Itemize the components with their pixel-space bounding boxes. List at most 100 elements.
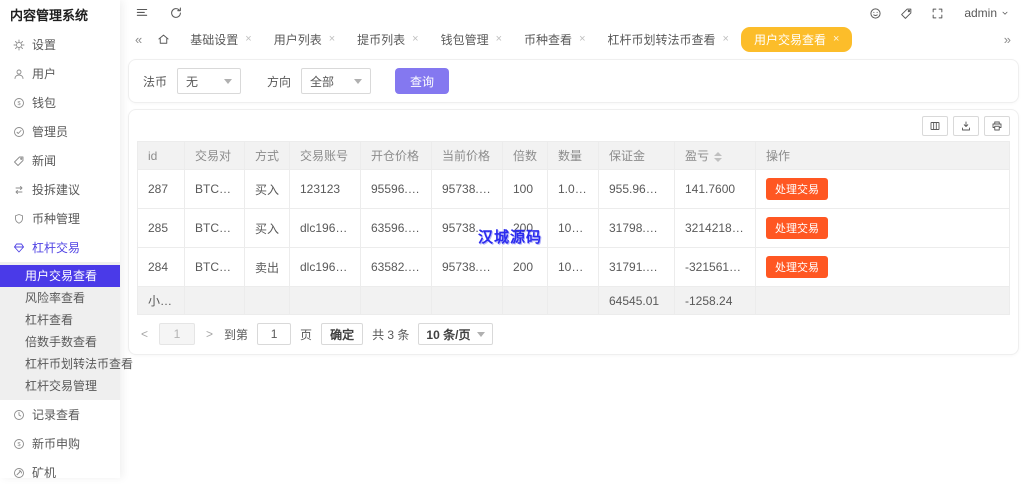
subtotal-cell: 64545.01 [598,286,675,315]
tab-close-icon[interactable]: × [329,33,335,45]
sidebar-item-币种管理[interactable]: 币种管理 [0,204,120,233]
user-menu[interactable]: admin [964,6,1010,20]
current-page[interactable]: 1 [159,323,196,345]
tab-杠杆币划转法币查看[interactable]: 杠杆币划转法币查看 × [598,28,739,51]
tab-close-icon[interactable]: × [579,33,585,45]
goto-label: 到第 [224,327,249,342]
process-trade-button[interactable]: 处理交易 [766,178,828,200]
sidebar-item-钱包[interactable]: $ 钱包 [0,88,120,117]
table-cell: 31798.02500000 [598,208,675,248]
next-page-button[interactable]: > [204,327,215,341]
tag-icon[interactable] [900,7,913,20]
sidebar-item-矿机[interactable]: 矿机 [0,458,120,487]
confirm-page-button[interactable]: 确定 [321,323,364,345]
sidebar-item-记录查看[interactable]: 记录查看 [0,400,120,429]
menu-icon[interactable] [135,6,149,20]
table-cell: 287 [137,169,185,209]
table-row: 287BTC/USDT买入12312395596.47000095738.230… [137,169,1010,209]
tab-提币列表[interactable]: 提币列表 × [347,28,428,51]
content: 法币 无 方向 全部 查询 id 交易对 方式 交易账号 开仓价格 当前价格 倍数 数量 保证金… [120,52,1024,355]
sidebar-item-投拆建议[interactable]: 投拆建议 [0,175,120,204]
chevron-down-icon [354,78,363,84]
table-header-row: id 交易对 方式 交易账号 开仓价格 当前价格 倍数 数量 保证金 盈亏 操作 [137,141,1010,170]
subtotal-cell [184,286,245,315]
shield-icon [15,213,23,224]
direction-label: 方向 [267,74,292,89]
table-cell: 141.7600 [674,169,756,209]
sidebar-item-新币申购[interactable]: $ 新币申购 [0,429,120,458]
sort-icon[interactable] [714,151,723,162]
table-cell: 3214218.0000 [674,208,756,248]
fiat-label: 法币 [143,74,168,89]
tab-close-icon[interactable]: × [496,33,502,45]
export-icon[interactable] [953,116,979,136]
dollar-icon: $ [14,97,24,108]
sidebar-subitem-倍数手数查看[interactable]: 倍数手数查看 [0,331,120,353]
direction-select-value: 全部 [310,74,335,89]
topbar: admin [120,0,1024,26]
sidebar-subitem-风险率查看[interactable]: 风险率查看 [0,287,120,309]
column-header-盈亏[interactable]: 盈亏 [674,141,756,170]
column-header-倍数: 倍数 [502,141,548,170]
tab-close-icon[interactable]: × [412,33,418,45]
main-area: admin « 基础设置 × 用户列表 × 提币列表 × 钱包管理 × 币种查看 × 杠杆币划转法币… [120,0,1024,478]
sidebar-item-管理员[interactable]: 管理员 [0,117,120,146]
table-cell: 95738.230000 [431,169,503,209]
print-icon[interactable] [984,116,1010,136]
prev-page-button[interactable]: < [139,327,150,341]
tab-close-icon[interactable]: × [833,33,839,45]
caret-down-icon [1002,11,1008,15]
fullscreen-icon[interactable] [931,7,944,20]
chevron-down-icon [477,331,486,337]
table-cell: -3215618.0000 [674,247,756,287]
sidebar-subitem-用户交易查看[interactable]: 用户交易查看 [0,265,120,287]
tab-close-icon[interactable]: × [245,33,251,45]
goto-page-input[interactable] [257,323,292,345]
table-cell-actions: 处理交易 [755,208,1010,248]
page-size-select[interactable]: 10 条/页 [418,323,494,345]
app-root: 内容管理系统 设置 用户 $ 钱包 管理员 新闻 投拆建议 币种管理 杠杆交易 用户交易查看 风险率… [0,0,1024,480]
tab-币种查看[interactable]: 币种查看 × [514,28,595,51]
tab-用户列表[interactable]: 用户列表 × [264,28,345,51]
sidebar-item-杠杆交易[interactable]: 杠杆交易 [0,233,120,262]
tabs-scroll-left-icon[interactable]: « [132,32,145,47]
search-button[interactable]: 查询 [395,68,450,94]
process-trade-button[interactable]: 处理交易 [766,256,828,278]
table-cell: 95738.230000 [431,208,503,248]
tabs-scroll-right-icon[interactable]: » [1001,32,1014,47]
table-cell: BTC/USDT [184,208,245,248]
process-trade-button[interactable]: 处理交易 [766,217,828,239]
sidebar-item-新闻[interactable]: 新闻 [0,146,120,175]
direction-select[interactable]: 全部 [301,68,372,94]
table-cell: 买入 [244,169,290,209]
refresh-icon[interactable] [169,6,183,20]
table-cell: 63582.050000 [360,247,432,287]
subtotal-cell [502,286,548,315]
tab-钱包管理[interactable]: 钱包管理 × [431,28,512,51]
columns-icon[interactable] [922,116,948,136]
tab-基础设置[interactable]: 基础设置 × [180,28,261,51]
theme-icon[interactable] [869,7,882,20]
sidebar-subitem-杠杆币划转法币查看[interactable]: 杠杆币划转法币查看 [0,353,133,375]
sidebar-subitem-杠杆查看[interactable]: 杠杆查看 [0,309,120,331]
dollar-icon: $ [14,438,24,449]
table-cell: BTC/USDT [184,247,245,287]
sidebar-subitem-杠杆交易管理[interactable]: 杠杆交易管理 [0,375,120,397]
tab-close-icon[interactable]: × [723,33,729,45]
table-cell: 买入 [244,208,290,248]
fiat-select[interactable]: 无 [177,68,242,94]
sidebar-item-label: 杠杆交易 [32,241,81,255]
tab-label: 基础设置 [190,32,239,47]
sidebar-item-用户[interactable]: 用户 [0,59,120,88]
tab-用户交易查看[interactable]: 用户交易查看 × [740,26,853,52]
table-cell: 955.96470000 [598,169,675,209]
tabbar: « 基础设置 × 用户列表 × 提币列表 × 钱包管理 × 币种查看 × 杠杆币划转法币查看 × 用户交… [120,26,1024,52]
column-header-开仓价格: 开仓价格 [360,141,432,170]
home-icon[interactable] [157,33,170,46]
subtotal-cell [431,286,503,315]
table-cell: 284 [137,247,185,287]
gear-icon [13,39,25,50]
page-size-value: 10 条/页 [426,327,471,342]
sidebar-item-设置[interactable]: 设置 [0,30,120,59]
user-name: admin [964,6,997,20]
